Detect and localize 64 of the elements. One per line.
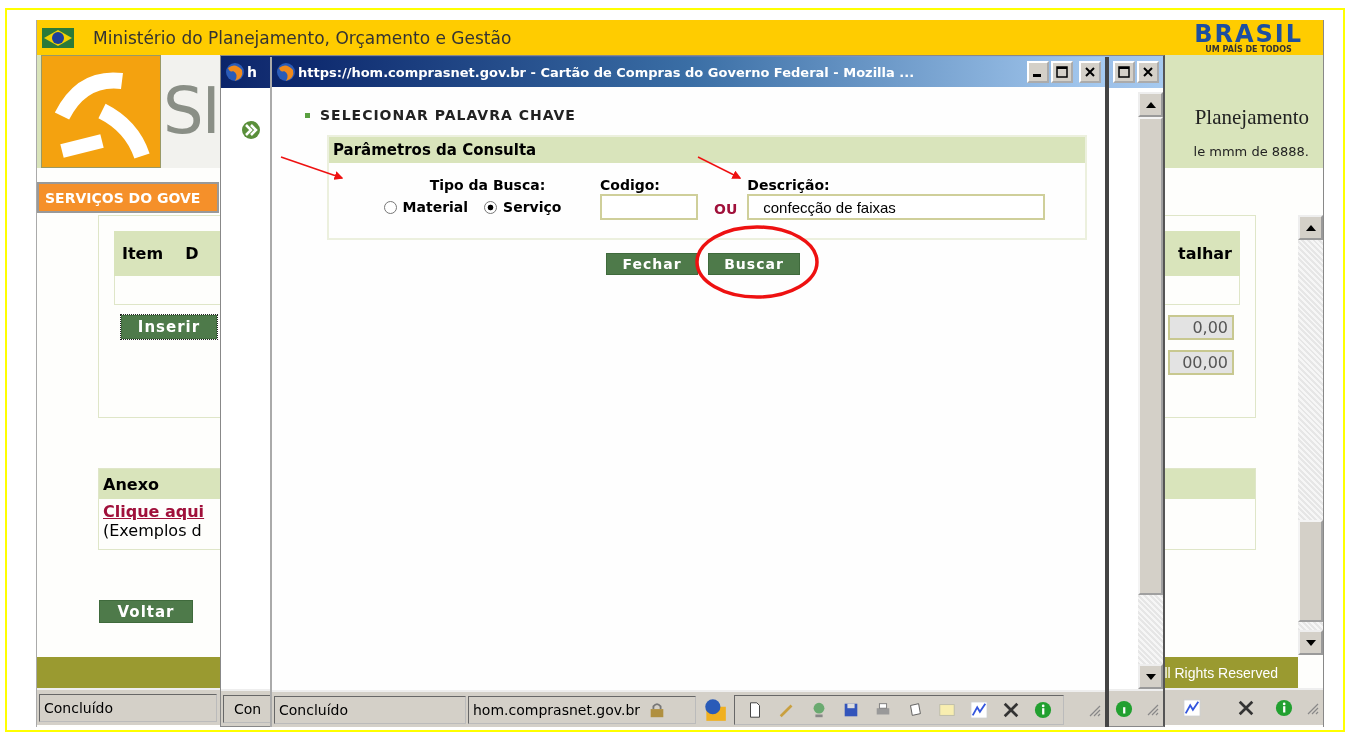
window-title: https://hom.comprasnet.gov.br - Cartão de Compras do Governo Federal - Mozilla ... — [298, 64, 916, 80]
attachment-note: (Exemplos d — [103, 521, 202, 540]
radio-button[interactable] — [383, 200, 397, 214]
footer-text: ll Rights Reserved — [1164, 664, 1278, 681]
maximize-button[interactable] — [1113, 61, 1135, 83]
attachment-title: Anexo — [103, 474, 159, 494]
browser-icon — [225, 62, 245, 82]
bullet-icon — [305, 112, 310, 118]
amount-field[interactable]: 0,00 — [1168, 315, 1234, 340]
radio-button[interactable] — [484, 200, 498, 214]
scrollbar-thumb[interactable] — [1298, 520, 1323, 622]
column-header: Item — [122, 244, 164, 263]
brand-logo: BRASIL UM PAÍS DE TODOS — [1194, 21, 1303, 54]
column-header: talhar — [1178, 244, 1232, 263]
scroll-down-icon[interactable] — [1138, 664, 1163, 689]
info-icon[interactable] — [1115, 699, 1133, 718]
panel-title: Parâmetros da Consulta — [333, 141, 537, 159]
site-subtitle: Planejamento — [1194, 105, 1309, 130]
field-label: Codigo: — [600, 177, 661, 193]
globe-folder-icon[interactable] — [702, 696, 728, 723]
field-label: Descrição: — [747, 177, 831, 193]
description-field[interactable]: confecção de faixas — [747, 194, 1046, 220]
scrollbar-track[interactable] — [1298, 622, 1323, 630]
field-label: Tipo da Busca: — [429, 177, 546, 193]
amount-field[interactable]: 00,00 — [1168, 350, 1234, 375]
chart-icon[interactable] — [970, 700, 988, 719]
back-button[interactable]: Voltar — [99, 600, 193, 623]
scroll-up-icon[interactable] — [1138, 92, 1163, 117]
status-url: hom.comprasnet.gov.br — [473, 701, 641, 718]
info-icon[interactable] — [1034, 700, 1052, 719]
section-title: SELECIONAR PALAVRA CHAVE — [320, 107, 576, 123]
scrollbar[interactable] — [1298, 215, 1323, 655]
or-label: OU — [714, 201, 738, 217]
maximize-icon — [1118, 66, 1130, 78]
scroll-down-icon[interactable] — [1298, 630, 1323, 655]
status-text: Concluído — [39, 693, 217, 722]
annotation-arrow — [280, 156, 344, 180]
attachment-link[interactable]: Clique aqui — [103, 502, 205, 521]
close-button[interactable] — [1137, 61, 1159, 83]
minimize-button[interactable] — [1027, 61, 1049, 83]
double-chevron-icon — [241, 120, 261, 140]
radio-label: Material — [402, 199, 469, 215]
annotation-arrow — [697, 156, 742, 179]
code-field[interactable] — [600, 194, 698, 220]
browser-icon — [276, 62, 296, 82]
insert-button[interactable]: Inserir — [121, 315, 217, 339]
header-title: Ministério do Planejamento, Orçamento e Gestão — [93, 27, 512, 48]
minimize-icon — [1033, 74, 1041, 77]
radio-label: Serviço — [503, 199, 562, 215]
action-button[interactable]: Buscar — [708, 253, 800, 275]
close-button[interactable] — [1079, 61, 1101, 83]
scrollbar-thumb[interactable] — [1138, 117, 1163, 595]
close-icon — [1084, 66, 1096, 78]
chart-icon[interactable] — [1183, 698, 1201, 717]
window-title: h — [247, 64, 257, 80]
date-text: le mmm de 8888. — [1193, 144, 1309, 159]
info-icon[interactable] — [1275, 698, 1293, 717]
maximize-icon — [1056, 66, 1068, 78]
column-header: D — [185, 244, 199, 263]
close-icon — [1142, 66, 1154, 78]
maximize-button[interactable] — [1051, 61, 1073, 83]
scroll-up-icon[interactable] — [1298, 215, 1323, 240]
action-button[interactable]: Fechar — [606, 253, 698, 275]
status-text: Concluído — [274, 695, 466, 724]
